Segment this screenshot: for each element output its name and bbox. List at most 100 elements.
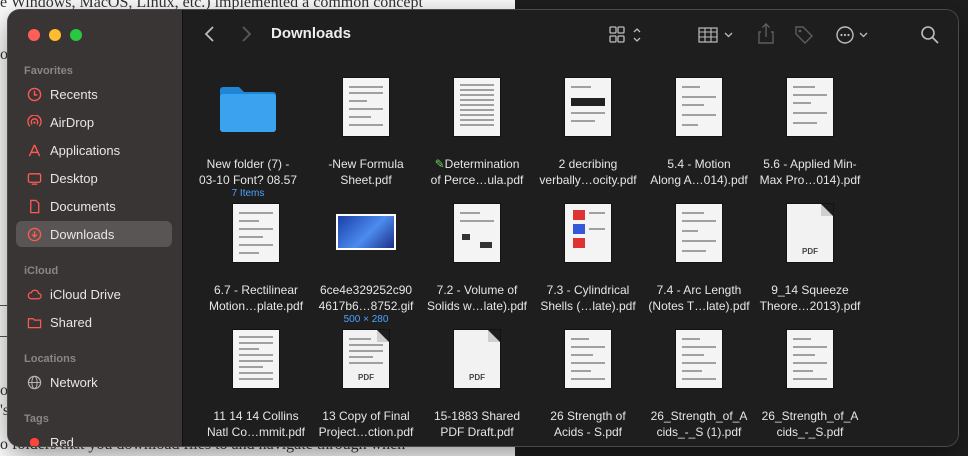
sidebar-item-desktop[interactable]: Desktop bbox=[16, 165, 172, 191]
pdf-thumbnail bbox=[676, 78, 722, 136]
file-item[interactable]: -New Formula Sheet.pdf bbox=[305, 70, 427, 196]
group-grid-icon bbox=[698, 27, 733, 43]
file-item[interactable]: ✎Determination of Perce…ula.pdf bbox=[416, 70, 538, 196]
file-name: Project…ction.pdf bbox=[318, 425, 414, 439]
sidebar-item-label: Desktop bbox=[50, 170, 98, 186]
file-name: Acids - S.pdf bbox=[553, 425, 623, 439]
sidebar-item-recents[interactable]: Recents bbox=[16, 81, 172, 107]
sidebar-item-label: Red bbox=[50, 434, 74, 447]
file-item[interactable]: PDF 15-1883 Shared PDF Draft.pdf bbox=[416, 322, 538, 446]
pencil-icon: ✎ bbox=[434, 157, 445, 171]
file-name: 7.3 - Cylindrical bbox=[546, 283, 630, 297]
pdf-thumbnail bbox=[565, 330, 611, 388]
file-name: 26 Strength of bbox=[550, 409, 626, 423]
search-icon bbox=[921, 26, 939, 44]
group-button[interactable] bbox=[698, 26, 736, 44]
file-name: Motion…plate.pdf bbox=[208, 299, 304, 313]
sidebar-item-airdrop[interactable]: AirDrop bbox=[16, 109, 172, 135]
file-name: 03-10 Font? 08.57 bbox=[198, 173, 298, 187]
sidebar-item-label: Applications bbox=[50, 142, 121, 158]
pdf-thumbnail bbox=[565, 78, 611, 136]
file-item[interactable]: 7.4 - Arc Length (Notes T…late).pdf bbox=[638, 196, 760, 322]
toolbar: Downloads bbox=[183, 10, 958, 60]
sidebar-item-label: AirDrop bbox=[50, 114, 95, 130]
desktop-icon bbox=[26, 170, 42, 186]
red-tag-icon bbox=[26, 434, 42, 446]
cloud-icon bbox=[26, 286, 42, 302]
file-item[interactable]: 7.3 - Cylindrical Shells (…late).pdf bbox=[527, 196, 649, 322]
file-name: 6ce4e329252c90 bbox=[319, 283, 413, 297]
ellipsis-circle-icon bbox=[836, 26, 868, 44]
sidebar: Favorites Recents AirDrop Applications D… bbox=[8, 10, 183, 446]
pdf-icon: PDF bbox=[454, 330, 500, 388]
file-name: 2 decribing bbox=[558, 157, 618, 171]
forward-button[interactable] bbox=[239, 24, 253, 44]
file-item[interactable]: 2 decribing verbally…ocity.pdf bbox=[527, 70, 649, 196]
share-button[interactable] bbox=[757, 23, 775, 45]
file-item[interactable]: 6.7 - Rectilinear Motion…plate.pdf bbox=[195, 196, 317, 322]
file-name: 26_Strength_of_A bbox=[761, 409, 859, 423]
file-name: 5.4 - Motion bbox=[667, 157, 731, 171]
pdf-thumbnail bbox=[676, 204, 722, 262]
file-name: ✎Determination bbox=[416, 156, 538, 172]
locations-header: Locations bbox=[24, 353, 76, 365]
file-name: Along A…014).pdf bbox=[650, 173, 748, 187]
sidebar-item-icloud-drive[interactable]: iCloud Drive bbox=[16, 281, 172, 307]
file-item[interactable]: 26 Strength of Acids - S.pdf bbox=[527, 322, 649, 446]
file-name: Solids w…late).pdf bbox=[426, 299, 528, 313]
file-name: verbally…ocity.pdf bbox=[539, 173, 637, 187]
sidebar-item-documents[interactable]: Documents bbox=[16, 193, 172, 219]
file-name: cids_-_S.pdf bbox=[776, 425, 844, 439]
share-icon bbox=[758, 23, 774, 44]
folder-icon bbox=[220, 87, 276, 132]
close-button[interactable] bbox=[28, 29, 40, 41]
pdf-thumbnail bbox=[676, 330, 722, 388]
pdf-icon: PDF bbox=[787, 204, 833, 262]
file-item[interactable]: PDF 13 Copy of Final Project…ction.pdf bbox=[305, 322, 427, 446]
window-title: Downloads bbox=[271, 25, 352, 42]
more-actions-button[interactable] bbox=[835, 25, 871, 45]
file-item[interactable]: 11 14 14 Collins Natl Co…mmit.pdf bbox=[195, 322, 317, 446]
download-icon bbox=[26, 226, 42, 242]
file-item[interactable]: PDF 9_14 Squeeze Theore…2013).pdf bbox=[749, 196, 871, 322]
globe-icon bbox=[26, 374, 42, 390]
tag-icon bbox=[795, 26, 813, 44]
tag-button[interactable] bbox=[794, 25, 814, 45]
file-item[interactable]: 5.4 - Motion Along A…014).pdf bbox=[638, 70, 760, 196]
file-name: Max Pro…014).pdf bbox=[759, 173, 861, 187]
pdf-badge: PDF bbox=[469, 373, 485, 382]
tags-header: Tags bbox=[24, 413, 49, 425]
gif-thumbnail bbox=[338, 216, 394, 248]
file-item[interactable]: 26_Strength_of_A cids_-_S.pdf bbox=[749, 322, 871, 446]
file-name: -New Formula bbox=[328, 157, 404, 171]
search-button[interactable] bbox=[920, 25, 940, 45]
sidebar-item-network[interactable]: Network bbox=[16, 369, 172, 395]
file-name: 9_14 Squeeze bbox=[771, 283, 849, 297]
file-name: Sheet.pdf bbox=[340, 173, 392, 187]
minimize-button[interactable] bbox=[49, 29, 61, 41]
sidebar-item-label: Documents bbox=[50, 198, 116, 214]
file-item[interactable]: 7.2 - Volume of Solids w…late).pdf bbox=[416, 196, 538, 322]
zoom-button[interactable] bbox=[70, 29, 82, 41]
finder-window: Favorites Recents AirDrop Applications D… bbox=[8, 10, 958, 446]
back-button[interactable] bbox=[203, 24, 217, 44]
sidebar-item-applications[interactable]: Applications bbox=[16, 137, 172, 163]
pdf-thumbnail bbox=[565, 204, 611, 262]
file-item[interactable]: 5.6 - Applied Min- Max Pro…014).pdf bbox=[749, 70, 871, 196]
file-name: 7.2 - Volume of bbox=[436, 283, 518, 297]
sidebar-item-tag-red[interactable]: Red bbox=[16, 429, 172, 446]
file-item[interactable]: 6ce4e329252c90 4617b6…8752.gif 500 × 280 bbox=[305, 196, 427, 325]
sidebar-item-downloads[interactable]: Downloads bbox=[16, 221, 172, 247]
file-name: 5.6 - Applied Min- bbox=[763, 157, 857, 171]
file-item[interactable]: New folder (7) - 03-10 Font? 08.57 7 Ite… bbox=[187, 70, 309, 199]
file-item[interactable]: 26_Strength_of_A cids_-_S (1).pdf bbox=[638, 322, 760, 446]
view-mode-button[interactable] bbox=[609, 26, 645, 44]
pdf-thumbnail bbox=[233, 330, 279, 388]
pdf-badge: PDF bbox=[358, 373, 374, 382]
pdf-thumbnail bbox=[454, 204, 500, 262]
airdrop-icon bbox=[26, 114, 42, 130]
sidebar-item-shared[interactable]: Shared bbox=[16, 309, 172, 335]
pdf-badge: PDF bbox=[802, 247, 818, 256]
chevron-left-icon bbox=[204, 26, 214, 42]
file-name: cids_-_S (1).pdf bbox=[656, 425, 742, 439]
